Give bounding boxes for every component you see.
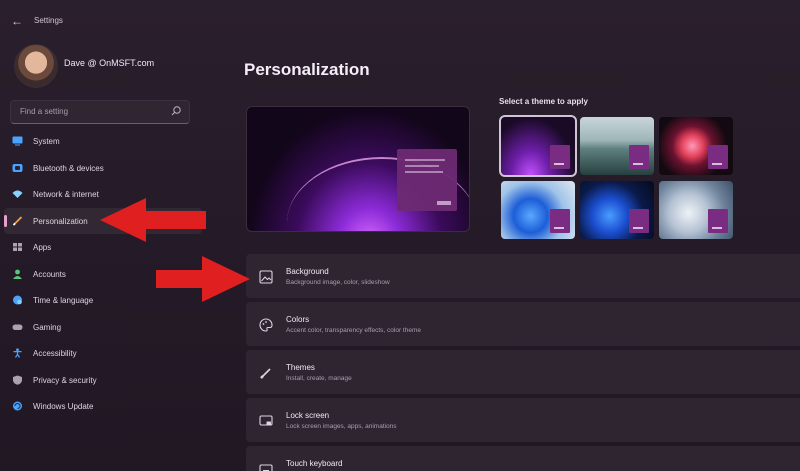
app-title: Settings	[34, 16, 63, 25]
palette-icon	[259, 318, 273, 332]
sidebar-item-gaming[interactable]: Gaming	[0, 314, 210, 341]
setting-subtitle: Install, create, manage	[286, 375, 352, 382]
sidebar-item-privacy[interactable]: Privacy & security	[0, 367, 210, 394]
sidebar-item-label: Network & internet	[33, 190, 99, 199]
theme-thumbnail-flow[interactable]	[659, 181, 733, 239]
theme-thumbnail-lake[interactable]	[580, 117, 654, 175]
user-profile[interactable]: Dave @ OnMSFT.com	[14, 44, 204, 88]
sidebar-item-label: Privacy & security	[33, 375, 97, 385]
back-arrow-icon[interactable]: ←	[10, 14, 24, 28]
sidebar-item-accessibility[interactable]: Accessibility	[0, 340, 210, 367]
lock-screen-setting-row[interactable]: Lock screen Lock screen images, apps, an…	[246, 398, 800, 442]
theme-preview	[246, 106, 470, 232]
lock-screen-icon	[259, 415, 273, 426]
active-indicator	[4, 214, 7, 227]
search-placeholder: Find a setting	[20, 107, 69, 116]
wifi-icon	[12, 190, 23, 198]
themes-setting-row[interactable]: Themes Install, create, manage	[246, 350, 800, 394]
accessibility-icon	[13, 348, 22, 358]
image-icon	[259, 270, 273, 284]
update-icon	[13, 401, 22, 411]
apps-icon	[13, 243, 22, 251]
sidebar-item-label: Windows Update	[33, 402, 94, 411]
sidebar-item-label: Accounts	[33, 269, 66, 279]
brush-icon	[260, 368, 271, 379]
shield-icon	[13, 375, 22, 385]
user-name: Dave @ OnMSFT.com	[64, 58, 155, 68]
search-icon	[171, 106, 181, 116]
search-input[interactable]: Find a setting	[10, 100, 190, 124]
page-title: Personalization	[244, 60, 370, 79]
setting-subtitle: Accent color, transparency effects, colo…	[286, 327, 422, 334]
monitor-icon	[12, 136, 23, 146]
setting-title: Themes	[286, 363, 315, 372]
sidebar-item-label: Gaming	[33, 322, 62, 332]
person-icon	[13, 269, 22, 279]
sidebar-item-label: System	[33, 137, 60, 146]
sidebar-item-label: Apps	[33, 243, 52, 252]
preview-window	[397, 149, 457, 211]
pen-icon	[12, 215, 23, 226]
globe-clock-icon	[13, 295, 22, 305]
keyboard-icon	[259, 464, 273, 471]
sidebar-item-label: Accessibility	[33, 349, 77, 358]
sidebar-item-label: Time & language	[33, 296, 94, 305]
setting-title: Touch keyboard	[286, 459, 343, 468]
theme-thumbnail-flower[interactable]	[659, 117, 733, 175]
setting-title: Background	[286, 267, 329, 276]
bluetooth-icon	[12, 163, 23, 172]
annotation-arrow-background-icon	[156, 256, 250, 302]
setting-title: Colors	[286, 315, 310, 324]
settings-window: ← Settings Dave @ OnMSFT.com Find a sett…	[0, 0, 800, 471]
sidebar-item-label: Bluetooth & devices	[33, 163, 104, 173]
sidebar-item-bluetooth[interactable]: Bluetooth & devices	[0, 155, 210, 182]
avatar	[14, 44, 58, 88]
title-bar: ← Settings	[0, 0, 800, 40]
annotation-arrow-personalization-icon	[100, 198, 206, 242]
setting-title: Lock screen	[286, 411, 330, 420]
sidebar-item-windows-update[interactable]: Windows Update	[0, 393, 210, 420]
theme-thumbnail-bloom-light[interactable]	[501, 181, 575, 239]
theme-thumbnail-glow-dark[interactable]	[499, 115, 577, 177]
controller-icon	[12, 324, 23, 330]
colors-setting-row[interactable]: Colors Accent color, transparency effect…	[246, 302, 800, 346]
sidebar-item-system[interactable]: System	[0, 128, 210, 155]
setting-subtitle: Background image, color, slideshow	[286, 279, 390, 286]
sidebar-item-label: Personalization	[33, 216, 88, 226]
theme-thumbnail-bloom-dark[interactable]	[580, 181, 654, 239]
themes-label: Select a theme to apply	[499, 97, 588, 106]
touch-keyboard-setting-row[interactable]: Touch keyboard	[246, 446, 800, 471]
background-setting-row[interactable]: Background Background image, color, slid…	[246, 254, 800, 298]
setting-subtitle: Lock screen images, apps, animations	[286, 423, 397, 430]
